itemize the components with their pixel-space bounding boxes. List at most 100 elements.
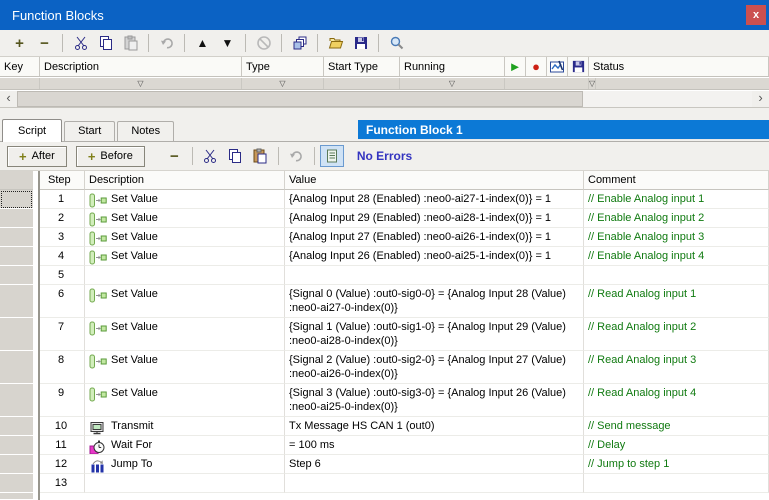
table-row[interactable]: 3 Set Value {Analog Input 27 (Enabled) :…: [0, 228, 769, 247]
step-description-cell[interactable]: [85, 474, 285, 493]
step-description-cell[interactable]: [85, 266, 285, 285]
table-row[interactable]: 2 Set Value {Analog Input 29 (Enabled) :…: [0, 209, 769, 228]
step-comment-cell[interactable]: // Read Analog input 2: [584, 318, 769, 351]
filter-running[interactable]: ▽: [400, 78, 505, 89]
column-header-start-type[interactable]: Start Type: [324, 57, 400, 76]
graph-button[interactable]: [547, 57, 568, 76]
open-button[interactable]: [323, 32, 348, 54]
step-value-cell[interactable]: {Signal 1 (Value) :out0-sig1-0} = {Analo…: [285, 318, 584, 351]
step-description-cell[interactable]: Transmit: [85, 417, 285, 436]
delete-step-button[interactable]: −: [162, 145, 187, 167]
row-gutter[interactable]: [0, 228, 33, 247]
step-description-cell[interactable]: Set Value: [85, 318, 285, 351]
step-description-cell[interactable]: Set Value: [85, 228, 285, 247]
step-number-cell[interactable]: 1: [40, 190, 85, 209]
paste-button[interactable]: [248, 145, 273, 167]
step-value-cell[interactable]: {Signal 3 (Value) :out0-sig3-0} = {Analo…: [285, 384, 584, 417]
row-gutter[interactable]: [0, 209, 33, 228]
save-states-button[interactable]: [568, 57, 589, 76]
row-gutter[interactable]: [0, 247, 33, 266]
cut-button[interactable]: [68, 32, 93, 54]
table-row[interactable]: 10 Transmit Tx Message HS CAN 1 (out0) /…: [0, 417, 769, 436]
save-button[interactable]: [348, 32, 373, 54]
step-number-cell[interactable]: 6: [40, 285, 85, 318]
tab-start[interactable]: Start: [64, 121, 115, 141]
step-comment-cell[interactable]: // Enable Analog input 1: [584, 190, 769, 209]
step-description-cell[interactable]: Set Value: [85, 285, 285, 318]
step-comment-cell[interactable]: // Send message: [584, 417, 769, 436]
insert-after-button[interactable]: + After: [7, 146, 67, 167]
step-value-cell[interactable]: {Analog Input 28 (Enabled) :neo0-ai27-1-…: [285, 190, 584, 209]
step-number-cell[interactable]: 5: [40, 266, 85, 285]
step-comment-cell[interactable]: // Enable Analog input 4: [584, 247, 769, 266]
scroll-right-button[interactable]: ›: [752, 91, 769, 107]
close-button[interactable]: x: [746, 5, 766, 25]
step-number-cell[interactable]: 9: [40, 384, 85, 417]
column-header-key[interactable]: Key: [0, 57, 40, 76]
step-comment-cell[interactable]: // Jump to step 1: [584, 455, 769, 474]
step-value-cell[interactable]: {Signal 2 (Value) :out0-sig2-0} = {Analo…: [285, 351, 584, 384]
tab-script[interactable]: Script: [2, 119, 62, 142]
step-value-cell[interactable]: {Analog Input 29 (Enabled) :neo0-ai28-1-…: [285, 209, 584, 228]
step-description-cell[interactable]: Set Value: [85, 384, 285, 417]
disable-button[interactable]: [251, 32, 276, 54]
row-gutter[interactable]: [0, 417, 33, 436]
step-description-cell[interactable]: Set Value: [85, 190, 285, 209]
row-gutter[interactable]: [0, 455, 33, 474]
filter-status[interactable]: ▽: [589, 78, 596, 89]
row-gutter[interactable]: [0, 351, 33, 384]
step-number-cell[interactable]: 11: [40, 436, 85, 455]
move-up-button[interactable]: ▲: [190, 32, 215, 54]
step-description-cell[interactable]: Jump To: [85, 455, 285, 474]
table-row[interactable]: 7 Set Value {Signal 1 (Value) :out0-sig1…: [0, 318, 769, 351]
move-down-button[interactable]: ▼: [215, 32, 240, 54]
step-value-cell[interactable]: {Analog Input 27 (Enabled) :neo0-ai26-1-…: [285, 228, 584, 247]
row-gutter[interactable]: [0, 190, 33, 209]
scrollbar-thumb[interactable]: [17, 91, 583, 107]
copy-button[interactable]: [93, 32, 118, 54]
step-description-cell[interactable]: Set Value: [85, 209, 285, 228]
scrollbar-track[interactable]: [583, 91, 752, 107]
step-value-cell[interactable]: Tx Message HS CAN 1 (out0): [285, 417, 584, 436]
table-row[interactable]: 12 Jump To Step 6 // Jump to step 1: [0, 455, 769, 474]
step-comment-cell[interactable]: // Read Analog input 3: [584, 351, 769, 384]
row-gutter[interactable]: [0, 285, 33, 318]
find-button[interactable]: [384, 32, 409, 54]
row-gutter[interactable]: [0, 384, 33, 417]
paste-button-disabled[interactable]: [118, 32, 143, 54]
table-row[interactable]: 6 Set Value {Signal 0 (Value) :out0-sig0…: [0, 285, 769, 318]
column-header-description[interactable]: Description: [85, 171, 285, 190]
step-description-cell[interactable]: Set Value: [85, 351, 285, 384]
step-comment-cell[interactable]: [584, 474, 769, 493]
step-comment-cell[interactable]: // Enable Analog input 3: [584, 228, 769, 247]
add-button[interactable]: +: [7, 32, 32, 54]
step-comment-cell[interactable]: [584, 266, 769, 285]
step-number-cell[interactable]: 4: [40, 247, 85, 266]
run-all-button[interactable]: ►: [505, 57, 526, 76]
table-row[interactable]: 8 Set Value {Signal 2 (Value) :out0-sig2…: [0, 351, 769, 384]
row-gutter[interactable]: [0, 318, 33, 351]
row-gutter[interactable]: [0, 436, 33, 455]
table-row[interactable]: 13: [0, 474, 769, 493]
step-comment-cell[interactable]: // Enable Analog input 2: [584, 209, 769, 228]
column-header-description[interactable]: Description: [40, 57, 242, 76]
filter-type[interactable]: ▽: [242, 78, 324, 89]
step-comment-cell[interactable]: // Read Analog input 1: [584, 285, 769, 318]
step-number-cell[interactable]: 7: [40, 318, 85, 351]
step-description-cell[interactable]: Wait For: [85, 436, 285, 455]
step-number-cell[interactable]: 10: [40, 417, 85, 436]
table-row[interactable]: 4 Set Value {Analog Input 26 (Enabled) :…: [0, 247, 769, 266]
undo-button-disabled[interactable]: [284, 145, 309, 167]
step-comment-cell[interactable]: // Delay: [584, 436, 769, 455]
step-number-cell[interactable]: 8: [40, 351, 85, 384]
undo-button-disabled[interactable]: [154, 32, 179, 54]
script-view-button[interactable]: [320, 145, 344, 167]
step-value-cell[interactable]: {Analog Input 26 (Enabled) :neo0-ai25-1-…: [285, 247, 584, 266]
step-comment-cell[interactable]: // Read Analog input 4: [584, 384, 769, 417]
column-header-status[interactable]: Status: [589, 57, 769, 76]
step-value-cell[interactable]: = 100 ms: [285, 436, 584, 455]
step-number-cell[interactable]: 12: [40, 455, 85, 474]
column-header-comment[interactable]: Comment: [584, 171, 769, 190]
filter-description[interactable]: ▽: [40, 78, 242, 89]
step-number-cell[interactable]: 2: [40, 209, 85, 228]
